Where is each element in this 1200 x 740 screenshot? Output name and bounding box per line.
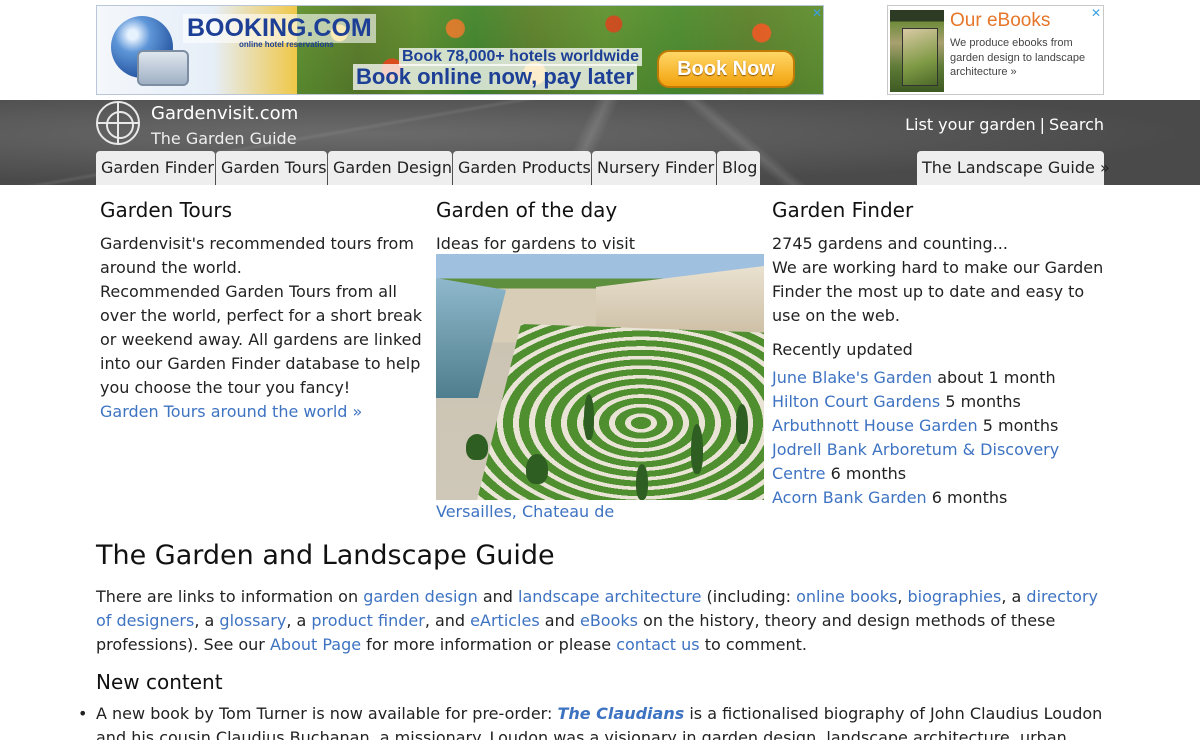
photo-parterre <box>476 324 764 500</box>
tab-blog[interactable]: Blog <box>717 151 760 185</box>
tab-nursery-finder[interactable]: Nursery Finder <box>592 151 716 185</box>
recent-garden-link[interactable]: June Blake's Garden <box>772 368 932 387</box>
intro-text: , a <box>1001 587 1027 606</box>
garden-design-link[interactable]: garden design <box>363 587 478 606</box>
recent-garden-age: 6 months <box>830 464 907 483</box>
list-item: Jodrell Bank Arboretum & Discovery Centr… <box>772 438 1104 486</box>
recent-garden-age: about 1 month <box>937 368 1056 387</box>
intro-text: There are links to information on <box>96 587 364 606</box>
suitcase-icon <box>137 50 189 86</box>
tab-landscape-guide[interactable]: The Landscape Guide » <box>917 151 1110 185</box>
intro-text: and <box>477 587 519 606</box>
page-title: The Garden and Landscape Guide <box>96 540 555 571</box>
tab-garden-products[interactable]: Garden Products <box>453 151 591 185</box>
product-finder-link[interactable]: product finder <box>311 611 424 630</box>
intro-text: to comment. <box>699 635 807 654</box>
ebooks-link[interactable]: eBooks <box>580 611 638 630</box>
contact-us-link[interactable]: contact us <box>616 635 699 654</box>
list-your-garden-link[interactable]: List your garden <box>905 115 1036 134</box>
news-text: A new book by Tom Turner is now availabl… <box>96 704 558 723</box>
photo-tree <box>466 434 488 460</box>
garden-of-day-heading: Garden of the day <box>436 198 618 222</box>
garden-count: 2745 gardens and counting... <box>772 234 1008 253</box>
intro-text: , <box>897 587 908 606</box>
tab-garden-finder[interactable]: Garden Finder <box>96 151 215 185</box>
photo-tree <box>636 464 648 500</box>
photo-tree <box>526 454 548 484</box>
garden-tours-heading: Garden Tours <box>100 198 233 222</box>
recent-garden-link[interactable]: Jodrell Bank Arboretum & Discovery Centr… <box>772 440 1059 483</box>
earticles-link[interactable]: eArticles <box>470 611 540 630</box>
photo-pond <box>436 278 506 398</box>
booking-ad-banner[interactable]: BOOKING.COM online hotel reservations Bo… <box>96 5 824 95</box>
list-item: Arbuthnott House Garden 5 months <box>772 414 1104 438</box>
site-tagline: The Garden Guide <box>151 129 297 148</box>
ebook-cover-inset <box>902 28 938 86</box>
recent-gardens-list: June Blake's Garden about 1 month Hilton… <box>772 366 1104 510</box>
garden-finder-heading: Garden Finder <box>772 198 914 222</box>
recent-garden-age: 6 months <box>931 488 1008 507</box>
recent-garden-age: 5 months <box>945 392 1021 411</box>
garden-tours-link[interactable]: Garden Tours around the world » <box>100 402 362 421</box>
list-item: Hilton Court Gardens 5 months <box>772 390 1104 414</box>
book-now-button[interactable]: Book Now <box>657 50 795 88</box>
tab-garden-design[interactable]: Garden Design <box>328 151 452 185</box>
tours-description: Recommended Garden Tours from all over t… <box>100 282 423 397</box>
recently-updated-label: Recently updated <box>772 340 913 359</box>
site-name[interactable]: Gardenvisit.com <box>151 103 298 124</box>
news-list: A new book by Tom Turner is now availabl… <box>78 702 1104 740</box>
intro-text: (including: <box>701 587 797 606</box>
landscape-architecture-link[interactable]: landscape architecture <box>518 587 701 606</box>
intro-text: and <box>539 611 580 630</box>
glossary-link[interactable]: glossary <box>219 611 286 630</box>
header-separator: | <box>1039 115 1046 134</box>
list-item: A new book by Tom Turner is now availabl… <box>78 702 1104 740</box>
photo-tree <box>736 404 748 444</box>
garden-finder-description: We are working hard to make our Garden F… <box>772 258 1104 325</box>
ad-brand: BOOKING.COM <box>183 14 376 43</box>
garden-of-day-link[interactable]: Versailles, Chateau de <box>436 500 614 524</box>
search-link[interactable]: Search <box>1049 115 1104 134</box>
tours-intro: Gardenvisit's recommended tours from aro… <box>100 234 414 277</box>
list-item: June Blake's Garden about 1 month <box>772 366 1104 390</box>
intro-paragraph: There are links to information on garden… <box>96 585 1104 657</box>
photo-tree <box>584 394 594 440</box>
ebooks-ad-description: We produce ebooks from garden design to … <box>950 37 1086 78</box>
ad-brand-sub: online hotel reservations <box>239 40 334 49</box>
ebooks-ad-title[interactable]: Our eBooks <box>950 10 1050 32</box>
recent-garden-link[interactable]: Acorn Bank Garden <box>772 488 927 507</box>
recent-garden-link[interactable]: Hilton Court Gardens <box>772 392 940 411</box>
garden-finder-section: Garden Finder 2745 gardens and counting.… <box>772 196 1104 510</box>
the-claudians-link[interactable]: The Claudians <box>557 704 684 723</box>
gardenvisit-logo-icon[interactable] <box>96 101 140 145</box>
garden-of-day-subtitle: Ideas for gardens to visit <box>436 234 635 253</box>
header-links: List your garden | Search <box>905 115 1104 134</box>
about-page-link[interactable]: About Page <box>270 635 361 654</box>
photo-chateau <box>596 266 764 336</box>
intro-text: , a <box>286 611 312 630</box>
recent-garden-age: 5 months <box>982 416 1059 435</box>
close-icon[interactable]: ✕ <box>1089 6 1103 20</box>
new-content-heading: New content <box>96 670 223 694</box>
biographies-link[interactable]: biographies <box>908 587 1002 606</box>
ebooks-ad[interactable]: Our eBooks We produce ebooks from garden… <box>887 5 1104 95</box>
intro-text: for more information or please <box>361 635 617 654</box>
close-icon[interactable]: ✕ <box>810 6 824 20</box>
intro-text: , and <box>424 611 471 630</box>
ad-line-2: Book online now, pay later <box>353 64 637 90</box>
versailles-photo[interactable] <box>436 254 764 500</box>
intro-text: , a <box>194 611 220 630</box>
tab-garden-tours[interactable]: Garden Tours <box>216 151 327 185</box>
list-item: Acorn Bank Garden 6 months <box>772 486 1104 510</box>
online-books-link[interactable]: online books <box>796 587 897 606</box>
garden-tours-section: Garden Tours Gardenvisit's recommended t… <box>100 196 428 424</box>
recent-garden-link[interactable]: Arbuthnott House Garden <box>772 416 978 435</box>
photo-tree <box>691 424 703 474</box>
garden-of-day-section: Garden of the day Ideas for gardens to v… <box>436 196 764 256</box>
